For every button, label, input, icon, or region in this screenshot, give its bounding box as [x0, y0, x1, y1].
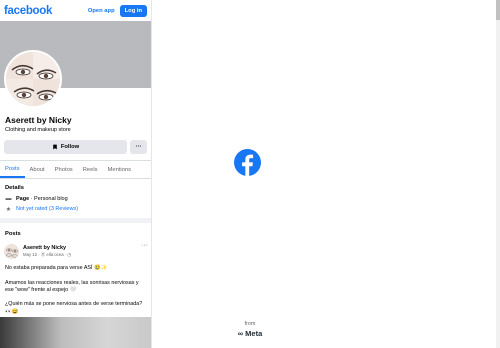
post-text: No estaba preparada para verse ASÍ 😢✨ Am… [0, 265, 151, 316]
details-section: Details ▬ Page · Personal blog ★ Not yet… [0, 185, 151, 214]
follow-label: Follow [60, 144, 80, 150]
post-more-icon[interactable]: ··· [141, 242, 148, 249]
post-line [5, 272, 146, 279]
section-divider [0, 218, 151, 223]
star-icon: ★ [5, 206, 12, 213]
post-avatar-image [4, 244, 19, 259]
details-title: Details [5, 185, 25, 191]
rating-link[interactable]: Not yet rated (3 Reviews) [16, 206, 78, 212]
avatar-image [6, 52, 60, 106]
post-author-name[interactable]: Aserett by Nicky [23, 245, 71, 251]
rating-row: ★ Not yet rated (3 Reviews) [0, 204, 151, 214]
post-line: No estaba preparada para verse ASÍ 😢✨ [5, 265, 108, 271]
cover-photo[interactable] [0, 21, 151, 108]
page-label: Page [16, 196, 30, 202]
tab-about[interactable]: About [25, 161, 50, 178]
more-options-button[interactable]: ··· [130, 140, 147, 154]
profile-tabs: Posts About Photos Reels Mentions [0, 160, 151, 179]
post-author-avatar[interactable] [4, 244, 19, 259]
scrollbar[interactable] [496, 0, 500, 348]
page: facebook Open app Log in Aserett by Nick… [0, 0, 500, 348]
follow-icon [53, 144, 57, 150]
post-line [5, 294, 146, 301]
post-header: Aserett by Nicky May 12 · Ⓓ ella ocea · … [0, 237, 151, 259]
page-name: Aserett by Nicky [5, 115, 72, 125]
topbar-actions: Open app Log in [88, 4, 147, 17]
facebook-logo[interactable]: facebook [4, 5, 52, 17]
post-meta: May 12 · Ⓓ ella ocea · ◷ [23, 252, 72, 257]
top-bar: facebook Open app Log in [0, 0, 151, 21]
splash-from-text: from [244, 321, 256, 327]
profile-avatar[interactable] [4, 50, 62, 108]
tab-photos[interactable]: Photos [50, 161, 78, 178]
meta-logo: ∞ Meta [237, 329, 263, 338]
tab-reels[interactable]: Reels [78, 161, 103, 178]
scrollbar-thumb[interactable] [496, 0, 500, 20]
mobile-column: facebook Open app Log in Aserett by Nick… [0, 0, 152, 348]
follow-button[interactable]: Follow [4, 140, 127, 154]
open-app-link[interactable]: Open app [88, 8, 115, 14]
post-line: ¿Quién más se pone nerviosa antes de ver… [5, 301, 143, 315]
login-button[interactable]: Log in [119, 4, 147, 17]
flag-icon: ▬ [5, 196, 12, 202]
page-type-row: ▬ Page · Personal blog [0, 194, 151, 204]
facebook-circle-logo-icon [234, 149, 261, 176]
post-line: Amamos las reacciones reales, las sonris… [5, 279, 139, 293]
tab-posts[interactable]: Posts [0, 161, 25, 178]
page-category: Clothing and makeup store [5, 127, 71, 133]
page-type: · Personal blog [29, 196, 68, 202]
profile-actions: Follow ··· [0, 133, 151, 154]
tab-mentions[interactable]: Mentions [103, 161, 137, 178]
